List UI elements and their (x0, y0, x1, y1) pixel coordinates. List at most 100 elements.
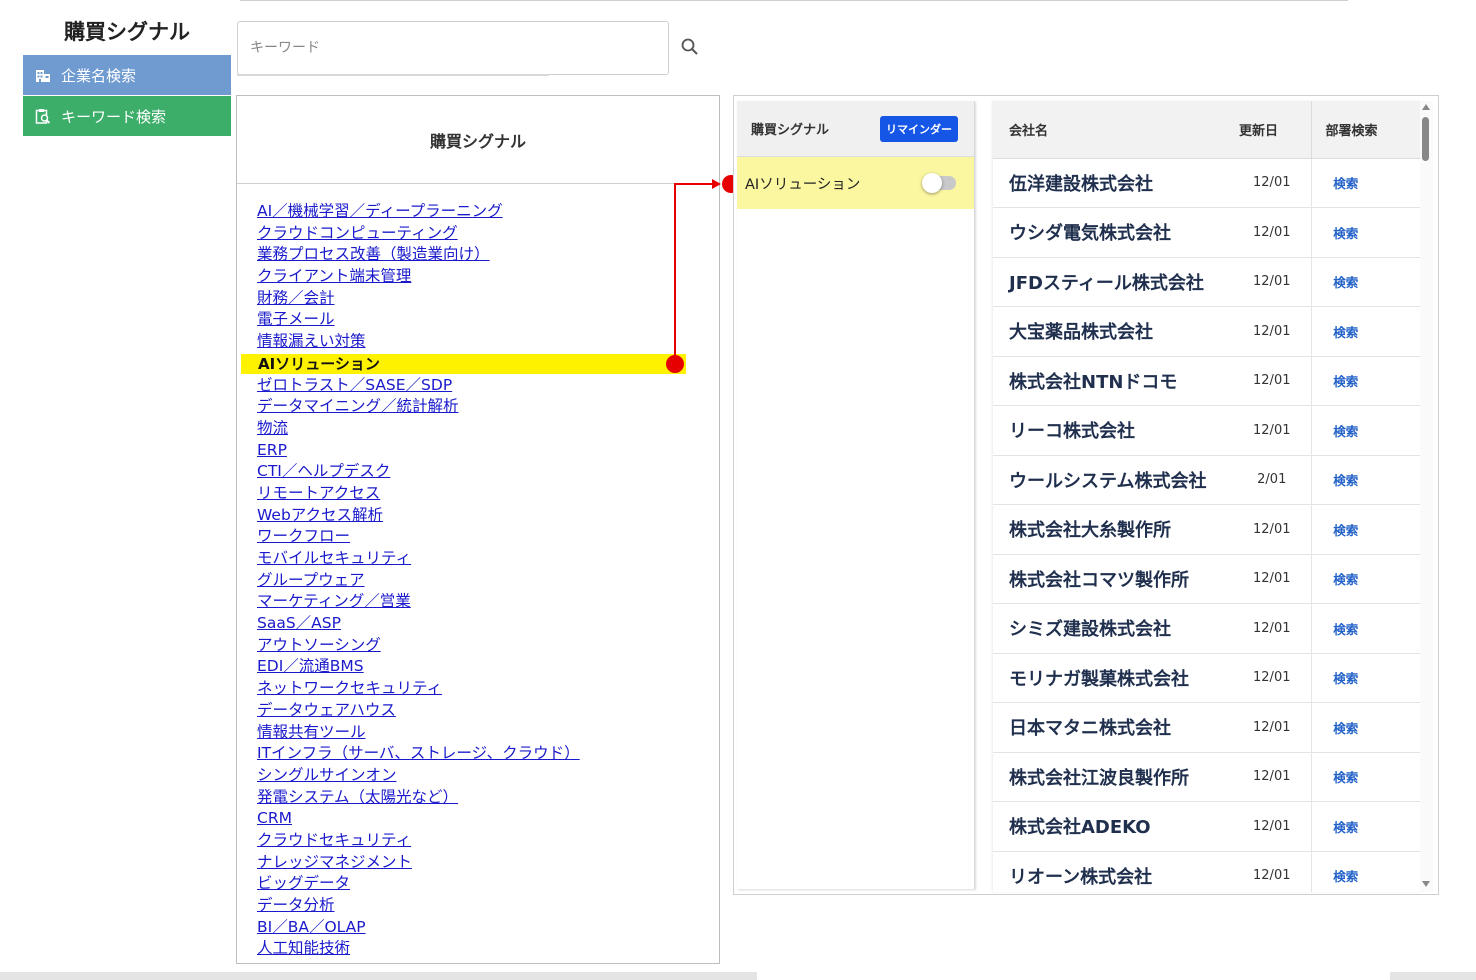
dept-search-link[interactable]: 検索 (1311, 257, 1420, 307)
table-row: ウシダ電気株式会社 12/01 検索 (993, 207, 1420, 258)
signal-link[interactable]: モバイルセキュリティ (257, 549, 411, 567)
table-row: 株式会社大糸製作所 12/01 検索 (993, 504, 1420, 555)
table-row: ウールシステム株式会社 2/01 検索 (993, 455, 1420, 505)
nav-company-search[interactable]: 企業名検索 (23, 55, 231, 95)
signal-link[interactable]: ERP (257, 441, 287, 459)
dept-search-link[interactable]: 検索 (1311, 752, 1420, 802)
signal-link[interactable]: 財務／会計 (257, 289, 335, 307)
reminder-row: AIソリューション (737, 157, 974, 209)
signal-link[interactable]: 発電システム（太陽光など） (257, 788, 458, 806)
dept-search-link[interactable]: 検索 (1311, 653, 1420, 703)
company-name-cell: 株式会社ADEKO (993, 801, 1233, 852)
signal-list-item: ゼロトラスト／SASE／SDP (257, 375, 580, 397)
signal-link[interactable]: ネットワークセキュリティ (257, 679, 442, 697)
signal-list-item: ナレッジマネジメント (257, 852, 580, 874)
dept-search-link[interactable]: 検索 (1311, 801, 1420, 852)
signal-link[interactable]: アウトソーシング (257, 636, 381, 654)
signal-link[interactable]: シングルサインオン (257, 766, 397, 784)
signal-list-item: データウェアハウス (257, 700, 580, 722)
signal-link[interactable]: 情報共有ツール (257, 723, 366, 741)
signal-list-item: モバイルセキュリティ (257, 548, 580, 570)
signal-link[interactable]: ワークフロー (257, 527, 350, 545)
signal-link[interactable]: 情報漏えい対策 (257, 332, 366, 350)
signal-list-item: 電子メール (257, 309, 580, 331)
signal-list: AI／機械学習／ディープラーニング クラウドコンピューティング業務プロセス改善（製… (257, 201, 580, 960)
signal-list-item: 情報漏えい対策 (257, 331, 580, 353)
header-update-date[interactable]: 更新日 (1233, 101, 1312, 159)
dept-search-link[interactable]: 検索 (1311, 356, 1420, 406)
dept-search-link[interactable]: 検索 (1311, 207, 1420, 258)
update-date-cell: 12/01 (1233, 752, 1312, 802)
table-scrollbar[interactable] (1420, 101, 1433, 892)
signal-link[interactable]: クラウドセキュリティ (257, 831, 411, 849)
signal-list-item: ERP (257, 440, 580, 462)
update-date-cell: 12/01 (1233, 554, 1312, 604)
signal-list-item: SaaS／ASP (257, 613, 580, 635)
reminder-button[interactable]: リマインダー (880, 115, 958, 142)
update-date-cell: 12/01 (1233, 306, 1312, 357)
signal-link[interactable]: SaaS／ASP (257, 614, 341, 632)
signal-link[interactable]: ITインフラ（サーバ、ストレージ、クラウド） (257, 744, 580, 762)
signal-list-item: ネットワークセキュリティ (257, 678, 580, 700)
company-name-cell: 株式会社コマツ製作所 (993, 554, 1233, 604)
signal-link[interactable]: ビッグデータ (257, 874, 350, 892)
signal-link[interactable]: ゼロトラスト／SASE／SDP (257, 376, 452, 394)
signal-link[interactable]: 電子メール (257, 310, 335, 328)
table-row: 株式会社ADEKO 12/01 検索 (993, 801, 1420, 852)
update-date-cell: 12/01 (1233, 801, 1312, 852)
signal-link[interactable]: Webアクセス解析 (257, 506, 383, 524)
signal-list-item: CRM (257, 808, 580, 830)
update-date-cell: 12/01 (1233, 653, 1312, 703)
signal-link[interactable]: CRM (257, 809, 292, 827)
company-name-cell: シミズ建設株式会社 (993, 603, 1233, 654)
signal-link[interactable]: 業務プロセス改善（製造業向け） (257, 245, 490, 263)
update-date-cell: 12/01 (1233, 207, 1312, 258)
reminder-toggle[interactable] (922, 173, 956, 193)
dept-search-link[interactable]: 検索 (1311, 851, 1420, 892)
active-signal-item[interactable]: AIソリューション (258, 354, 380, 374)
building-icon (35, 67, 51, 83)
signal-list-item: Webアクセス解析 (257, 505, 580, 527)
signal-link[interactable]: CTI／ヘルプデスク (257, 462, 390, 480)
signal-link[interactable]: データウェアハウス (257, 701, 396, 719)
signal-link[interactable]: ナレッジマネジメント (257, 853, 412, 871)
scroll-up-icon[interactable] (1422, 104, 1430, 110)
keyword-search-input[interactable] (237, 21, 669, 75)
signal-link[interactable]: クラウドコンピューティング (257, 224, 458, 242)
signal-link[interactable]: クライアント端末管理 (257, 267, 411, 285)
nav-keyword-search[interactable]: キーワード検索 (23, 96, 231, 136)
dept-search-link[interactable]: 検索 (1311, 158, 1420, 208)
signal-link[interactable]: 物流 (257, 419, 288, 437)
dept-search-link[interactable]: 検索 (1311, 702, 1420, 753)
table-row: リオーン株式会社 12/01 検索 (993, 851, 1420, 892)
signal-list-item: 業務プロセス改善（製造業向け） (257, 244, 580, 266)
scroll-down-icon[interactable] (1422, 881, 1430, 887)
dept-search-link[interactable]: 検索 (1311, 504, 1420, 555)
signal-list-item: EDI／流通BMS (257, 656, 580, 678)
signal-list-title: 購買シグナル (237, 96, 719, 184)
dept-search-link[interactable]: 検索 (1311, 554, 1420, 604)
dept-search-link[interactable]: 検索 (1311, 603, 1420, 654)
signal-link[interactable]: グループウェア (257, 571, 365, 589)
dept-search-link[interactable]: 検索 (1311, 306, 1420, 357)
update-date-cell: 12/01 (1233, 405, 1312, 456)
signal-link[interactable]: 人工知能技術 (257, 939, 350, 957)
signal-link[interactable]: EDI／流通BMS (257, 657, 364, 675)
search-icon[interactable] (680, 37, 700, 57)
signal-link[interactable]: データマイニング／統計解析 (257, 397, 459, 415)
clipboard-search-icon (35, 108, 51, 124)
dept-search-link[interactable]: 検索 (1311, 405, 1420, 456)
company-name-cell: 株式会社NTNドコモ (993, 356, 1233, 406)
signal-link[interactable]: マーケティング／営業 (257, 592, 411, 610)
dept-search-link[interactable]: 検索 (1311, 455, 1420, 505)
signal-link[interactable]: データ分析 (257, 896, 335, 914)
company-name-cell: 株式会社江波良製作所 (993, 752, 1233, 802)
company-name-cell: ウールシステム株式会社 (993, 455, 1233, 505)
signal-link[interactable]: AI／機械学習／ディープラーニング (257, 202, 503, 220)
header-company-name[interactable]: 会社名 (993, 101, 1233, 159)
signal-link[interactable]: BI／BA／OLAP (257, 918, 366, 936)
scroll-thumb[interactable] (1422, 117, 1429, 161)
signal-list-item: クラウドセキュリティ (257, 830, 580, 852)
signal-list-item: 財務／会計 (257, 288, 580, 310)
signal-link[interactable]: リモートアクセス (257, 484, 380, 502)
